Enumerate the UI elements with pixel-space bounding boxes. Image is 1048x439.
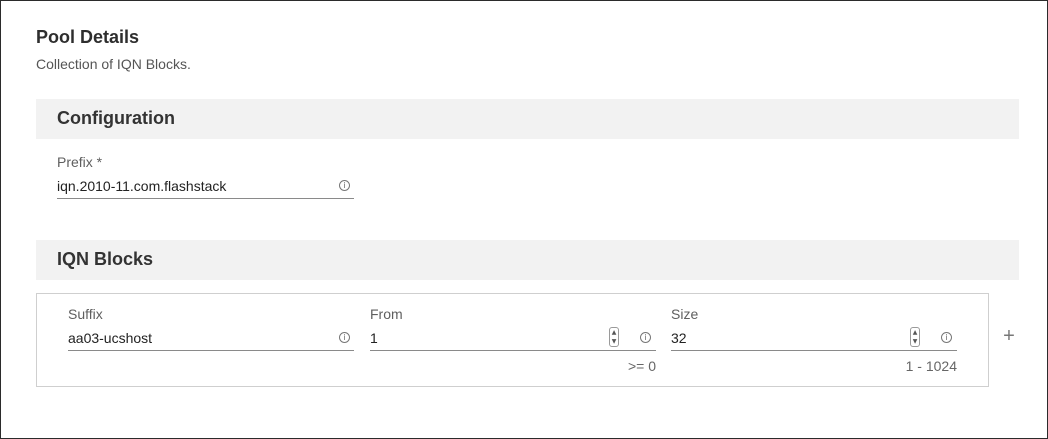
info-icon[interactable]: i — [339, 180, 350, 191]
page-title: Pool Details — [36, 27, 140, 47]
from-stepper[interactable]: ▲ ▼ — [609, 327, 619, 347]
from-hint: >= 0 — [627, 358, 656, 374]
suffix-value: aa03-ucshost — [68, 330, 153, 346]
suffix-input[interactable]: aa03-ucshost i — [68, 329, 354, 351]
chevron-up-icon[interactable]: ▲ — [911, 328, 919, 337]
pool-details-panel: Pool Details Collection of IQN Blocks. C… — [0, 0, 1048, 439]
size-value: 32 — [671, 330, 687, 346]
page-subtitle: Collection of IQN Blocks. — [36, 56, 191, 72]
chevron-down-icon[interactable]: ▼ — [610, 337, 618, 346]
info-icon[interactable]: i — [339, 332, 350, 343]
plus-icon[interactable]: + — [1001, 326, 1017, 346]
iqn-blocks-section-header: IQN Blocks — [36, 240, 1019, 280]
iqn-blocks-section-title: IQN Blocks — [57, 249, 154, 269]
size-stepper[interactable]: ▲ ▼ — [910, 327, 920, 347]
configuration-section-title: Configuration — [57, 108, 175, 128]
from-label: From — [370, 306, 403, 322]
size-label: Size — [671, 306, 699, 322]
info-icon[interactable]: i — [640, 332, 651, 343]
suffix-label: Suffix — [68, 306, 103, 322]
from-value: 1 — [370, 330, 378, 346]
prefix-label: Prefix * — [57, 154, 103, 170]
configuration-section-header: Configuration — [36, 99, 1019, 139]
info-icon[interactable]: i — [941, 332, 952, 343]
size-input[interactable]: 32 ▲ ▼ i — [671, 327, 957, 351]
size-hint: 1 - 1024 — [905, 358, 957, 374]
prefix-value: iqn.2010-11.com.flashstack — [57, 178, 227, 194]
chevron-down-icon[interactable]: ▼ — [911, 337, 919, 346]
prefix-input[interactable]: iqn.2010-11.com.flashstack i — [57, 177, 354, 199]
chevron-up-icon[interactable]: ▲ — [610, 328, 618, 337]
from-input[interactable]: 1 ▲ ▼ i — [370, 327, 656, 351]
